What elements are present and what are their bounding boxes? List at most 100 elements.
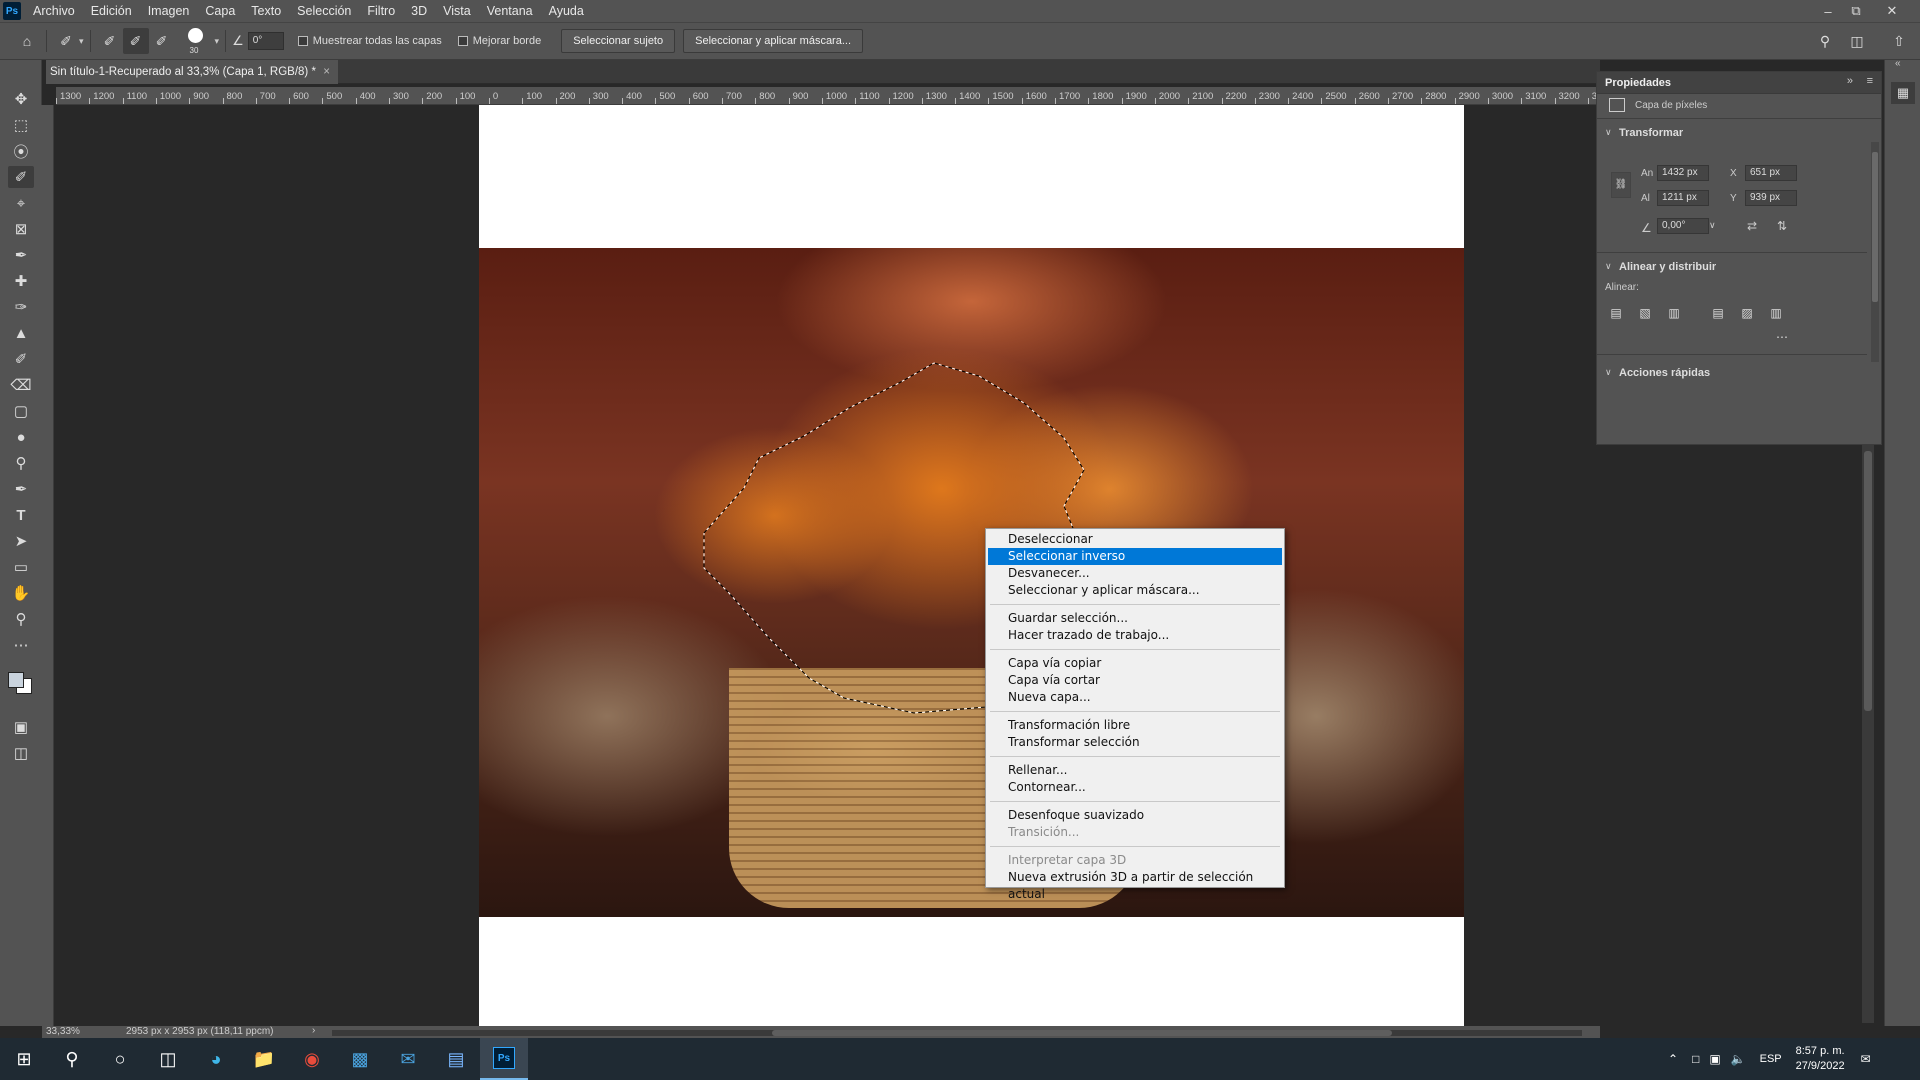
vertical-scrollbar-thumb[interactable] bbox=[1864, 451, 1872, 711]
horizontal-scrollbar-thumb[interactable] bbox=[772, 1030, 1392, 1036]
marquee-tool-icon[interactable]: ⬚ bbox=[8, 114, 34, 136]
panel-menu-icon[interactable]: ≡ bbox=[1867, 75, 1873, 87]
canvas-vertical-scrollbar[interactable] bbox=[1862, 445, 1874, 1023]
language-indicator[interactable]: ESP bbox=[1760, 1053, 1782, 1065]
menu-texto[interactable]: Texto bbox=[243, 0, 289, 22]
context-menu-item[interactable]: Hacer trazado de trabajo... bbox=[988, 627, 1282, 644]
align-top-icon[interactable]: ▤ bbox=[1711, 306, 1725, 320]
context-menu-item[interactable]: Nueva capa... bbox=[988, 689, 1282, 706]
chevron-right-icon[interactable]: › bbox=[312, 1025, 315, 1036]
search-icon[interactable]: ⚲ bbox=[48, 1038, 96, 1080]
more-options-icon[interactable]: ⋯ bbox=[1775, 330, 1789, 344]
context-menu-item[interactable]: Guardar selección... bbox=[988, 610, 1282, 627]
chrome-icon[interactable]: ◉ bbox=[288, 1038, 336, 1080]
horizontal-scrollbar[interactable] bbox=[332, 1030, 1582, 1036]
document-tab[interactable]: Sin título-1-Recuperado al 33,3% (Capa 1… bbox=[46, 60, 338, 84]
context-menu-item[interactable]: Rellenar... bbox=[988, 762, 1282, 779]
align-center-horizontal-icon[interactable]: ▧ bbox=[1638, 306, 1652, 320]
history-brush-tool-icon[interactable]: ✐ bbox=[8, 348, 34, 370]
context-menu-item[interactable]: Capa vía copiar bbox=[988, 655, 1282, 672]
clock[interactable]: 8:57 p. m. 27/9/2022 bbox=[1796, 1044, 1845, 1074]
properties-dock-icon[interactable]: ▦ bbox=[1891, 82, 1915, 104]
collapse-panel-icon[interactable]: » bbox=[1847, 75, 1853, 87]
width-field[interactable]: 1432 px bbox=[1657, 165, 1709, 181]
context-menu-item[interactable]: Transformación libre bbox=[988, 717, 1282, 734]
brush-tool-icon[interactable]: ✑ bbox=[8, 296, 34, 318]
lasso-tool-icon[interactable]: ⦿ bbox=[8, 140, 34, 162]
menu-filtro[interactable]: Filtro bbox=[359, 0, 403, 22]
enhance-edge-checkbox[interactable]: Mejorar borde bbox=[457, 35, 541, 47]
chevron-down-icon[interactable]: ▾ bbox=[79, 36, 84, 47]
collapse-dock-icon[interactable]: « bbox=[1895, 58, 1901, 69]
menu-ventana[interactable]: Ventana bbox=[479, 0, 541, 22]
link-proportions-icon[interactable]: ⛓ bbox=[1611, 172, 1631, 198]
tool-preset-icon[interactable]: ✐ bbox=[53, 28, 79, 54]
share-icon[interactable]: ⇧ bbox=[1886, 28, 1912, 54]
quick-selection-tool-icon[interactable]: ✐ bbox=[8, 166, 34, 188]
add-selection-icon[interactable]: ✐ bbox=[122, 28, 149, 54]
volume-icon[interactable]: 🔈 bbox=[1731, 1052, 1746, 1066]
x-field[interactable]: 651 px bbox=[1745, 165, 1797, 181]
menu-imagen[interactable]: Imagen bbox=[140, 0, 198, 22]
context-menu-item[interactable]: Seleccionar inverso bbox=[988, 548, 1282, 565]
gradient-tool-icon[interactable]: ▢ bbox=[8, 400, 34, 422]
search-icon[interactable]: ⚲ bbox=[1812, 28, 1838, 54]
rotation-field[interactable]: 0,00° bbox=[1657, 218, 1709, 234]
subtract-selection-icon[interactable]: ✐ bbox=[149, 28, 175, 54]
new-selection-icon[interactable]: ✐ bbox=[97, 28, 123, 54]
blur-tool-icon[interactable]: ● bbox=[8, 426, 34, 448]
file-explorer-icon[interactable]: 📁 bbox=[240, 1038, 288, 1080]
menu-3d[interactable]: 3D bbox=[403, 0, 435, 22]
align-left-icon[interactable]: ▤ bbox=[1609, 306, 1623, 320]
context-menu-item[interactable]: Contornear... bbox=[988, 779, 1282, 796]
network-icon[interactable]: ▣ bbox=[1709, 1052, 1720, 1066]
brush-size-picker[interactable]: 30 bbox=[181, 24, 215, 58]
panel-scrollbar[interactable] bbox=[1871, 142, 1879, 362]
y-field[interactable]: 939 px bbox=[1745, 190, 1797, 206]
menu-vista[interactable]: Vista bbox=[435, 0, 479, 22]
menu-edicion[interactable]: Edición bbox=[83, 0, 140, 22]
screen-mode-icon[interactable]: ◫ bbox=[8, 742, 34, 764]
checkbox-box[interactable] bbox=[457, 36, 468, 46]
canvas-workspace[interactable] bbox=[55, 105, 1600, 1026]
document-canvas[interactable] bbox=[479, 105, 1464, 1026]
dodge-tool-icon[interactable]: ⚲ bbox=[8, 452, 34, 474]
color-swatches[interactable] bbox=[6, 668, 36, 698]
cortana-icon[interactable]: ○ bbox=[96, 1038, 144, 1080]
foreground-color-swatch[interactable] bbox=[8, 672, 24, 688]
notifications-icon[interactable]: ✉ bbox=[1861, 1052, 1871, 1066]
photos-icon[interactable]: ▤ bbox=[432, 1038, 480, 1080]
edge-icon[interactable]: ◕ bbox=[192, 1038, 240, 1080]
windows-start-icon[interactable]: ⊞ bbox=[0, 1038, 48, 1080]
height-field[interactable]: 1211 px bbox=[1657, 190, 1709, 206]
menu-ayuda[interactable]: Ayuda bbox=[541, 0, 592, 22]
angle-input[interactable]: 0° bbox=[247, 32, 284, 50]
flip-vertical-icon[interactable]: ⇅ bbox=[1777, 219, 1787, 233]
move-tool-icon[interactable]: ✥ bbox=[8, 88, 34, 110]
rectangle-tool-icon[interactable]: ▭ bbox=[8, 556, 34, 578]
menu-capa[interactable]: Capa bbox=[197, 0, 243, 22]
menu-archivo[interactable]: Archivo bbox=[25, 0, 83, 22]
eraser-tool-icon[interactable]: ⌫ bbox=[8, 374, 34, 396]
store-icon[interactable]: ▩ bbox=[336, 1038, 384, 1080]
hand-tool-icon[interactable]: ✋ bbox=[8, 582, 34, 604]
restore-icon[interactable]: ⧉ bbox=[1842, 0, 1870, 22]
context-menu-item[interactable]: Nueva extrusión 3D a partir de selección… bbox=[988, 869, 1282, 901]
zoom-level[interactable]: 33,33% bbox=[46, 1026, 80, 1037]
context-menu-item[interactable]: Seleccionar y aplicar máscara... bbox=[988, 582, 1282, 599]
context-menu-item[interactable]: Transformar selección bbox=[988, 734, 1282, 751]
context-menu-item[interactable]: Capa vía cortar bbox=[988, 672, 1282, 689]
menu-seleccion[interactable]: Selección bbox=[289, 0, 359, 22]
transform-section-title[interactable]: Transformar bbox=[1619, 127, 1683, 139]
align-center-vertical-icon[interactable]: ▨ bbox=[1740, 306, 1754, 320]
align-right-icon[interactable]: ▥ bbox=[1667, 306, 1681, 320]
quick-mask-icon[interactable]: ▣ bbox=[8, 716, 34, 738]
context-menu-item[interactable]: Deseleccionar bbox=[988, 531, 1282, 548]
chevron-down-icon[interactable]: ▾ bbox=[215, 36, 220, 47]
context-menu-item[interactable]: Desvanecer... bbox=[988, 565, 1282, 582]
panel-scrollbar-thumb[interactable] bbox=[1872, 152, 1878, 302]
zoom-tool-icon[interactable]: ⚲ bbox=[8, 608, 34, 630]
quick-actions-section-title[interactable]: Acciones rápidas bbox=[1619, 367, 1710, 379]
chevron-up-icon[interactable]: ⌃ bbox=[1668, 1052, 1678, 1066]
pen-tool-icon[interactable]: ✒ bbox=[8, 478, 34, 500]
